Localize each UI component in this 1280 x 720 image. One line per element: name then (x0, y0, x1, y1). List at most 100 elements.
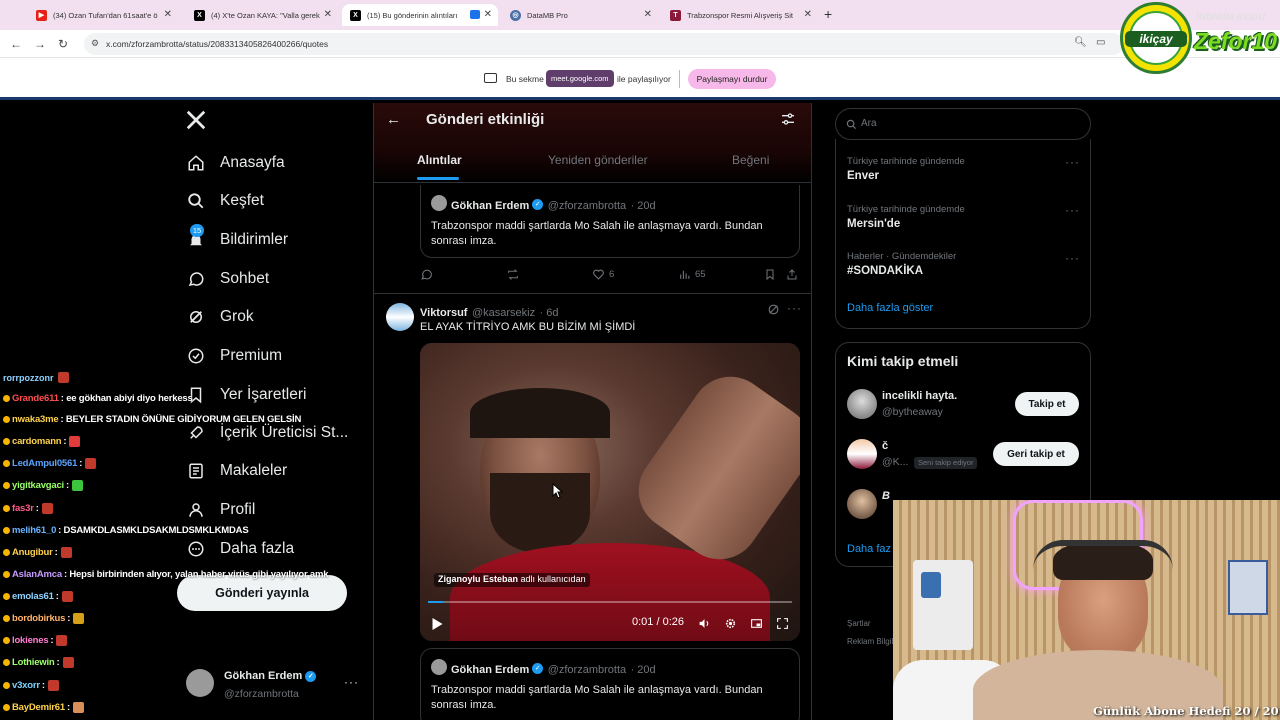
nav-chat[interactable]: Sohbet (186, 264, 269, 294)
suggestion-name[interactable]: B (882, 490, 890, 502)
chat-username[interactable]: Lothiewin (12, 657, 55, 668)
like-button[interactable]: 6 (592, 268, 614, 281)
settings-sliders-icon[interactable] (780, 111, 796, 127)
nav-home[interactable]: Anasayfa (186, 148, 285, 178)
reply-button[interactable] (420, 268, 437, 281)
back-arrow-icon[interactable]: ← (386, 111, 401, 128)
chat-username[interactable]: emolas61 (12, 591, 54, 602)
trend-name[interactable]: Mersin'de (847, 218, 900, 230)
close-icon[interactable]: ✕ (644, 9, 652, 20)
chat-username[interactable]: nwaka3me (12, 414, 59, 425)
more-icon[interactable]: ··· (1065, 155, 1080, 169)
tab-reposts[interactable]: Yeniden gönderiler (548, 153, 648, 167)
follow-back-button[interactable]: Geri takip et (993, 442, 1079, 466)
search-box[interactable]: Ara (835, 108, 1091, 140)
avatar[interactable] (847, 439, 877, 469)
volume-icon[interactable] (698, 617, 711, 635)
settings-icon[interactable] (724, 617, 737, 635)
chat-message: lokienes: (3, 635, 68, 646)
nav-explore[interactable]: Keşfet (186, 186, 264, 216)
close-icon[interactable]: ✕ (164, 9, 172, 20)
chat-username[interactable]: BayDemir61 (12, 702, 65, 713)
nav-grok[interactable]: Grok (186, 302, 254, 332)
back-icon[interactable]: ← (10, 37, 22, 51)
video-progress-track[interactable] (428, 601, 792, 603)
show-more-link[interactable]: Daha fazla göster (847, 302, 933, 314)
close-icon[interactable]: ✕ (484, 9, 492, 20)
show-more-link[interactable]: Daha faz (847, 543, 891, 555)
more-icon[interactable]: ··· (1065, 203, 1080, 217)
nav-articles[interactable]: Makaleler (186, 456, 287, 486)
browser-tab-3[interactable]: X (15) Bu gönderinin alıntıları ✕ (342, 4, 498, 26)
forward-icon[interactable]: → (34, 37, 46, 51)
follow-button[interactable]: Takip et (1015, 392, 1079, 416)
author-handle: @zforzambrotta (547, 664, 627, 676)
author-name[interactable]: Viktorsuf (420, 307, 467, 319)
avatar[interactable] (847, 389, 877, 419)
pip-icon[interactable] (750, 617, 763, 635)
reload-icon[interactable]: ↻ (58, 37, 68, 51)
suggestion-name[interactable]: incelikli hayta. (882, 390, 957, 402)
zoom-icon[interactable]: 🔍︎ (1074, 37, 1087, 48)
trend-name[interactable]: Enver (847, 170, 879, 182)
grok-icon[interactable] (767, 303, 780, 316)
browser-tab-5[interactable]: T Trabzonspor Resmi Alışveriş Sit ✕ (662, 4, 818, 26)
avatar[interactable] (386, 303, 414, 331)
x-logo-icon[interactable] (185, 109, 207, 131)
share-text-after: ile paylaşılıyor (617, 74, 671, 84)
close-icon[interactable]: ✕ (804, 9, 812, 20)
chat-username[interactable]: bordobirkus (12, 613, 65, 624)
nav-more[interactable]: Daha fazla (186, 534, 294, 564)
chat-username[interactable]: yigitkavgaci (12, 480, 64, 491)
browser-tab-4[interactable]: ◎ DataMB Pro ✕ (502, 4, 658, 26)
site-info-icon[interactable]: ⚙ (91, 38, 99, 49)
chat-username[interactable]: AslanAmca (12, 569, 62, 580)
cast-icon[interactable]: ▭ (1096, 37, 1105, 48)
footer-link[interactable]: Reklam Bilgil (847, 637, 893, 646)
avatar[interactable] (847, 489, 877, 519)
trend-name[interactable]: #SONDAKİKA (847, 265, 923, 277)
fullscreen-icon[interactable] (776, 617, 789, 635)
chat-username[interactable]: melih61_0 (12, 525, 56, 536)
divider (374, 182, 811, 183)
nav-notifications[interactable]: 15 Bildirimler (186, 224, 288, 255)
share-text-before: Bu sekme (506, 74, 544, 84)
repost-button[interactable] (506, 268, 524, 281)
browser-tab-2[interactable]: X (4) X'te Ozan KAYA: "Valla gerek ✕ (186, 4, 338, 26)
suggestion-name[interactable]: č (882, 440, 888, 452)
quoted-tweet-card[interactable]: Gökhan Erdem ✓ @zforzambrotta · 20d Trabz… (420, 185, 800, 258)
more-icon[interactable]: ··· (787, 301, 802, 315)
share-button[interactable] (786, 268, 802, 281)
footer-link[interactable]: Şartlar (847, 619, 871, 628)
premium-badge-icon (186, 346, 206, 366)
nav-profile[interactable]: Profil (186, 495, 255, 525)
more-icon[interactable]: ··· (1065, 251, 1080, 265)
account-switcher[interactable]: Gökhan Erdem ✓ @zforzambrotta ··· (176, 663, 366, 707)
post-button[interactable]: Gönderi yayınla (177, 575, 347, 611)
avatar (431, 659, 447, 675)
chat-username[interactable]: cardomann (12, 436, 62, 447)
play-icon[interactable] (432, 617, 443, 635)
url-text: x.com/zforzambrotta/status/2083313405826… (106, 39, 329, 49)
video-player[interactable]: Ziganoylu Esteban adlı kullanıcıdan 0:01… (420, 343, 800, 641)
new-tab-button[interactable]: + (824, 6, 832, 22)
tab-quotes[interactable]: Alıntılar (417, 153, 462, 167)
stop-sharing-button[interactable]: Paylaşmayı durdur (688, 69, 776, 89)
chat-username[interactable]: fas3r (12, 503, 34, 514)
chat-username[interactable]: LedAmpul0561 (12, 458, 77, 469)
more-icon[interactable]: ··· (344, 675, 359, 689)
nav-premium[interactable]: Premium (186, 341, 282, 371)
tab-likes[interactable]: Beğeni (732, 153, 769, 167)
url-field[interactable]: ⚙ x.com/zforzambrotta/status/20833134058… (84, 33, 1124, 55)
chat-username[interactable]: lokienes (12, 635, 49, 646)
browser-tab-1[interactable]: ▶ (34) Ozan Tufan'dan 61saat'e ö ✕ (28, 4, 178, 26)
chat-username[interactable]: Anugibur (12, 547, 53, 558)
chat-username[interactable]: v3xorr (12, 680, 40, 691)
post-time: · 6d (539, 307, 559, 319)
quoted-tweet-card[interactable]: Gökhan Erdem ✓ @zforzambrotta · 20d Trabz… (420, 648, 800, 720)
chat-username[interactable]: Grande611 (12, 393, 59, 404)
views-button[interactable]: 65 (678, 268, 706, 281)
nav-bookmarks[interactable]: Yer İşaretleri (186, 380, 306, 410)
bookmark-button[interactable] (764, 268, 780, 281)
close-icon[interactable]: ✕ (324, 9, 332, 20)
